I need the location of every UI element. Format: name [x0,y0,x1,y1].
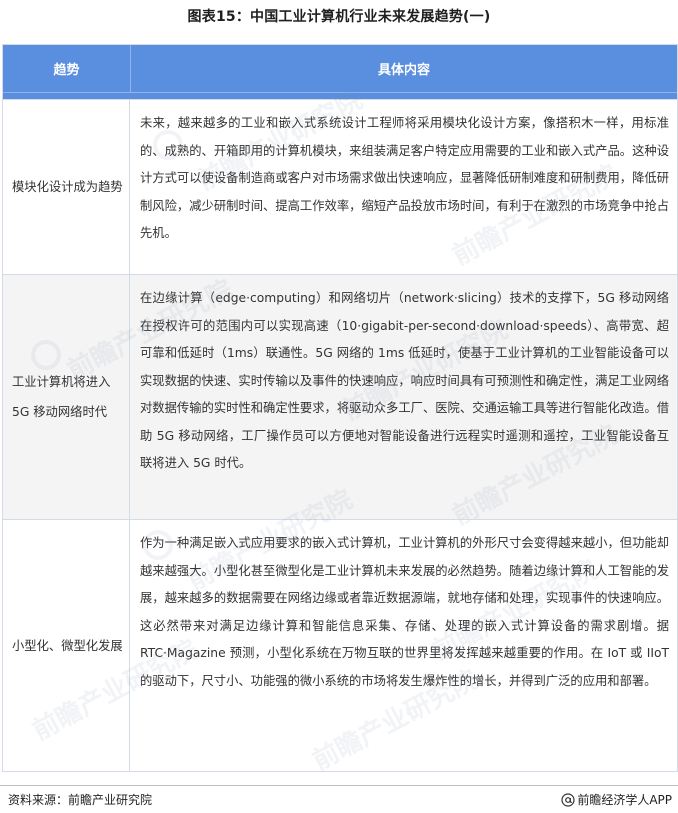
content-cell: 作为一种满足嵌入式应用要求的嵌入式计算机，工业计算机的外形尺寸会变得越来越小，但… [140,536,669,688]
brand: 前瞻经济学人APP [561,791,672,808]
table-header: 趋势 具体内容 [3,45,677,92]
trend-cell: 小型化、微型化发展 [3,520,130,771]
table-row: 小型化、微型化发展 作为一种满足嵌入式应用要求的嵌入式计算机，工业计算机的外形尺… [3,485,677,777]
page-title: 图表15：中国工业计算机行业未来发展趋势(一) [187,9,491,25]
source-note: 资料来源：前瞻产业研究院 [8,793,153,807]
trend-cell: 模块化设计成为趋势 [3,100,130,274]
content-cell: 未来，越来越多的工业和嵌入式系统设计工程师将采用模块化设计方案，像搭积木一样，用… [140,116,669,240]
header-trend: 趋势 [3,45,131,92]
at-icon [561,792,575,807]
brand-label: 前瞻经济学人APP [577,793,672,807]
header-band [3,92,677,99]
trend-cell: 工业计算机将进入5G 移动网络时代 [3,275,130,519]
table-row: 模块化设计成为趋势 未来，越来越多的工业和嵌入式系统设计工程师将采用模块化设计方… [3,85,677,274]
header-content: 具体内容 [377,63,430,78]
content-cell: 在边缘计算（edge·computing）和网络切片（network·slici… [140,291,669,470]
trend-table: 趋势 具体内容 模块化设计成为趋势 未来，越来越多的工业和嵌入式系统设计工程师将… [2,44,678,777]
table-row: 工业计算机将进入5G 移动网络时代 在边缘计算（edge·computing）和… [3,274,677,532]
footer: 资料来源：前瞻产业研究院 前瞻经济学人APP [0,785,678,813]
